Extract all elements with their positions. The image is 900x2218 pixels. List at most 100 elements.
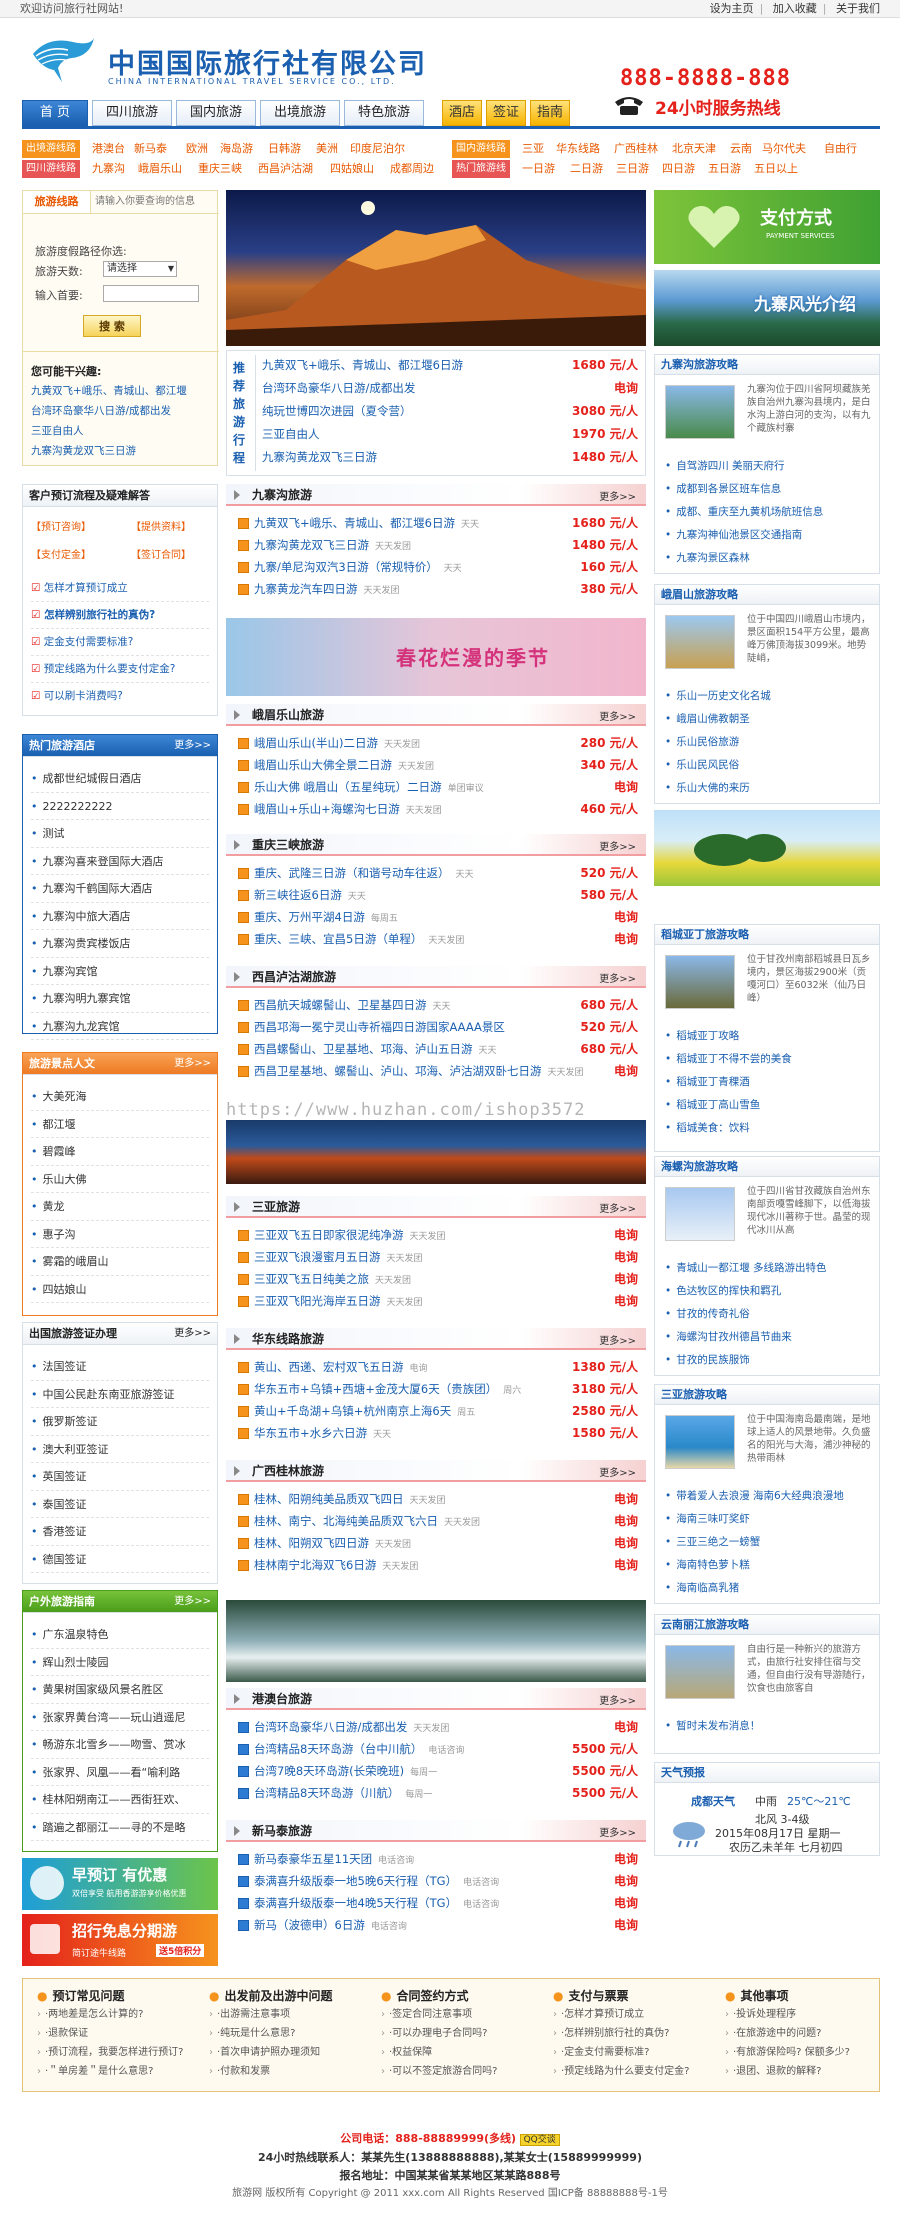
early-booking-banner[interactable]: 早预订 有优惠 双倍享受 航用香游游享价格优惠 xyxy=(22,1858,218,1910)
spot-item[interactable]: 大美死海 xyxy=(31,1083,209,1111)
hero-image[interactable] xyxy=(226,190,646,346)
route-row[interactable]: 三亚双飞五日纯美之旅 天天发团 电询 xyxy=(238,1270,638,1289)
route-row[interactable]: 九黄双飞+峨乐、青城山、都江堰6日游 天天 1680 元/人 xyxy=(238,514,638,533)
spot-item[interactable]: 惠子沟 xyxy=(31,1221,209,1248)
route-name[interactable]: 桂林、阳朔纯美品质双飞四日 天天发团 xyxy=(254,1490,446,1511)
meadow-banner[interactable] xyxy=(654,810,880,886)
guide-card-title[interactable]: 稻城亚丁旅游攻略 xyxy=(655,925,879,945)
faq-link[interactable]: ·首次申请护照办理须知 xyxy=(209,2043,369,2062)
payment-banner[interactable]: 支付方式 PAYMENT SERVICES xyxy=(654,190,880,264)
faq-link[interactable]: ·可以办理电子合同吗? xyxy=(381,2024,541,2043)
hotel-item[interactable]: 九寨沟中旅大酒店 xyxy=(31,903,209,930)
guide-thumbnail[interactable] xyxy=(665,1415,735,1469)
route-link[interactable]: 云南 xyxy=(730,140,752,158)
route-name[interactable]: 重庆、万州平湖4日游 每周五 xyxy=(254,908,398,929)
guide-link[interactable]: 色达牧区的挥快和羁孔 xyxy=(665,1280,827,1303)
search-tab-info[interactable]: 请输入你要查询的信息 xyxy=(95,191,195,213)
route-link[interactable]: 三日游 xyxy=(616,160,649,178)
route-link[interactable]: 新马泰 xyxy=(134,140,167,158)
route-row[interactable]: 桂林、阳朔纯美品质双飞四日 天天发团 电询 xyxy=(238,1490,638,1509)
route-row[interactable]: 重庆、武隆三日游（和谐号动车往返） 天天 520 元/人 xyxy=(238,864,638,883)
recommend-item[interactable]: 台湾环岛豪华八日游/成都出发 xyxy=(31,401,187,421)
section-more-link[interactable]: 更多>> xyxy=(599,1464,636,1479)
route-row[interactable]: 西昌邛海一冕宁灵山寺祈福四日游国家AAAA景区 520 元/人 xyxy=(238,1018,638,1037)
route-name[interactable]: 泰满喜升级版泰一地5晚6天行程（TG） 电话咨询 xyxy=(254,1872,499,1893)
faq-link[interactable]: ·有旅游保险吗? 保额多少? xyxy=(725,2043,885,2062)
visa-item[interactable]: 澳大利亚签证 xyxy=(31,1436,209,1463)
scenery-banner[interactable]: 九寨风光介绍 xyxy=(654,270,880,346)
route-name[interactable]: 九寨/单尼沟双汽3日游（常规特价） 天天 xyxy=(254,558,462,579)
guide-item[interactable]: 踏遍之都丽江——寻的不是略 xyxy=(31,1814,209,1841)
route-name[interactable]: 纯玩世博四次进园（夏令营） xyxy=(262,402,412,421)
hotel-item[interactable]: 九寨沟明九寨宾馆 xyxy=(31,985,209,1013)
route-row[interactable]: 新三峡往返6日游 天天 580 元/人 xyxy=(238,886,638,905)
spot-item[interactable]: 乐山大佛 xyxy=(31,1166,209,1193)
guide-link[interactable]: 海南三味叮奖虾 xyxy=(665,1508,844,1531)
route-link[interactable]: 华东线路 xyxy=(556,140,600,158)
route-row[interactable]: 泰满喜升级版泰一地5晚6天行程（TG） 电话咨询 电询 xyxy=(238,1872,638,1891)
hotels-more-link[interactable]: 更多>> xyxy=(174,735,211,757)
route-link[interactable]: 海岛游 xyxy=(220,140,253,158)
hotel-item[interactable]: 2222222222 xyxy=(31,793,209,820)
route-link[interactable]: 一日游 xyxy=(522,160,555,178)
route-link[interactable]: 九寨沟 xyxy=(92,160,125,178)
route-row[interactable]: 台湾精品8天环岛游（川航） 每周一 5500 元/人 xyxy=(238,1784,638,1803)
faq-link[interactable]: ·怎样才算预订成立 xyxy=(553,2005,713,2024)
guide-link[interactable]: 稻城亚丁高山雪鱼 xyxy=(665,1094,792,1117)
route-row[interactable]: 黄山、西递、宏村双飞五日游 电询 1380 元/人 xyxy=(238,1358,638,1377)
guide-link[interactable]: 稻城亚丁青稞酒 xyxy=(665,1071,792,1094)
featured-row[interactable]: 九寨沟黄龙双飞三日游 1480 元/人 xyxy=(262,448,638,467)
route-name[interactable]: 九黄双飞+峨乐、青城山、都江堰6日游 xyxy=(262,356,463,375)
spot-item[interactable]: 雾霜的峨眉山 xyxy=(31,1248,209,1276)
route-row[interactable]: 台湾精品8天环岛游（台中川航） 电话咨询 5500 元/人 xyxy=(238,1740,638,1759)
route-name[interactable]: 台湾环岛豪华八日游/成都出发 天天发团 xyxy=(254,1718,449,1739)
route-name[interactable]: 西昌卫星基地、螺髻山、泸山、邛海、泸沽湖双卧七日游 天天发团 xyxy=(254,1062,584,1083)
guide-item[interactable]: 张家界黄台湾——玩山逍遥尼 xyxy=(31,1704,209,1731)
guide-link[interactable]: 九寨沟景区森林 xyxy=(665,547,823,570)
route-row[interactable]: 黄山+千岛湖+乌镇+杭州南京上海6天 周五 2580 元/人 xyxy=(238,1402,638,1421)
route-row[interactable]: 桂林、阳朔双飞四日游 天天发团 电询 xyxy=(238,1534,638,1553)
route-row[interactable]: 九寨黄龙汽车四日游 天天发团 380 元/人 xyxy=(238,580,638,599)
route-link[interactable]: 北京天津 xyxy=(672,140,716,158)
route-link[interactable]: 日韩游 xyxy=(268,140,301,158)
route-name[interactable]: 新马（波德申）6日游 电话咨询 xyxy=(254,1916,407,1937)
hotel-item[interactable]: 成都世纪城假日酒店 xyxy=(31,765,209,793)
route-row[interactable]: 西昌航天城螺髻山、卫星基四日游 天天 680 元/人 xyxy=(238,996,638,1015)
route-link[interactable]: 西昌泸沽湖 xyxy=(258,160,313,178)
guide-link[interactable]: 自驾游四川 美丽天府行 xyxy=(665,455,823,478)
route-row[interactable]: 峨眉山+乐山+海螺沟七日游 天天发团 460 元/人 xyxy=(238,800,638,819)
route-link[interactable]: 五日游 xyxy=(708,160,741,178)
route-row[interactable]: 峨眉山乐山大佛全景二日游 天天发团 340 元/人 xyxy=(238,756,638,775)
visa-item[interactable]: 香港签证 xyxy=(31,1518,209,1546)
faq-link[interactable]: ·退款保证 xyxy=(37,2024,197,2043)
hotel-item[interactable]: 九寨沟贵宾楼饭店 xyxy=(31,930,209,958)
spot-item[interactable]: 碧霞峰 xyxy=(31,1138,209,1166)
guide-link[interactable]: 海南临高乳猪 xyxy=(665,1577,844,1600)
guide-link[interactable]: 暂时未发布消息！ xyxy=(665,1715,760,1738)
route-row[interactable]: 峨眉山乐山(半山)二日游 天天发团 280 元/人 xyxy=(238,734,638,753)
visa-more-link[interactable]: 更多>> xyxy=(174,1323,211,1345)
route-row[interactable]: 泰满喜升级版泰一地4晚5天行程（TG） 电话咨询 电询 xyxy=(238,1894,638,1913)
guide-link[interactable]: 成都到各景区班车信息 xyxy=(665,478,823,501)
faq-link[interactable]: ·签定合同注意事项 xyxy=(381,2005,541,2024)
faq-link[interactable]: ·投诉处理程序 xyxy=(725,2005,885,2024)
route-row[interactable]: 桂林南宁北海双飞6日游 天天发团 电询 xyxy=(238,1556,638,1575)
spots-more-link[interactable]: 更多>> xyxy=(174,1053,211,1075)
guide-link[interactable]: 九寨沟神仙池景区交通指南 xyxy=(665,524,823,547)
spring-banner[interactable]: 春花烂漫的季节 xyxy=(226,618,646,696)
guide-thumbnail[interactable] xyxy=(665,955,735,1009)
guide-item[interactable]: 辉山烈士陵园 xyxy=(31,1649,209,1676)
spot-item[interactable]: 都江堰 xyxy=(31,1111,209,1138)
qq-chat-button[interactable]: QQ交谈 xyxy=(519,2134,560,2146)
set-homepage-link[interactable]: 设为主页 xyxy=(710,2,754,15)
featured-row[interactable]: 纯玩世博四次进园（夏令营） 3080 元/人 xyxy=(262,402,638,421)
route-row[interactable]: 台湾环岛豪华八日游/成都出发 天天发团 电询 xyxy=(238,1718,638,1737)
route-link[interactable]: 四日游 xyxy=(662,160,695,178)
route-row[interactable]: 乐山大佛 峨眉山（五星纯玩）二日游 单团审议 电询 xyxy=(238,778,638,797)
route-name[interactable]: 三亚双飞五日即家很泥纯净游 天天发团 xyxy=(254,1226,446,1247)
guide-thumbnail[interactable] xyxy=(665,1187,735,1241)
route-name[interactable]: 桂林、南宁、北海纯美品质双飞六日 天天发团 xyxy=(254,1512,480,1533)
route-link[interactable]: 自由行 xyxy=(824,140,857,158)
route-name[interactable]: 九黄双飞+峨乐、青城山、都江堰6日游 天天 xyxy=(254,514,479,535)
route-name[interactable]: 西昌航天城螺髻山、卫星基四日游 天天 xyxy=(254,996,451,1017)
